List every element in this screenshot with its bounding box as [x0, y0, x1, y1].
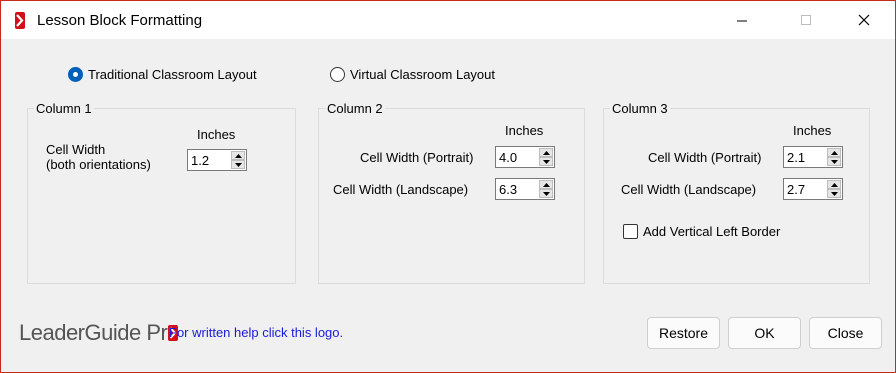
spin-down-button[interactable] — [827, 157, 841, 166]
spin-up-button[interactable] — [827, 180, 841, 189]
column2-portrait-label: Cell Width (Portrait) — [360, 150, 474, 165]
triangle-down-icon — [543, 192, 550, 196]
column3-landscape-input[interactable] — [784, 179, 826, 199]
triangle-down-icon — [831, 192, 838, 196]
column3-portrait-input[interactable] — [784, 147, 826, 167]
column1-orientation-label: (both orientations) — [46, 157, 151, 172]
column2-landscape-spinner — [495, 178, 555, 200]
app-icon — [15, 12, 25, 29]
column3-landscape-spinner — [783, 178, 843, 200]
triangle-up-icon — [543, 151, 550, 155]
traditional-layout-radio[interactable]: Traditional Classroom Layout — [68, 65, 257, 83]
column1-group: Column 1 Inches Cell Width (both orienta… — [27, 101, 296, 284]
virtual-layout-radio[interactable]: Virtual Classroom Layout — [330, 65, 495, 83]
vertical-left-border-checkbox[interactable]: Add Vertical Left Border — [623, 224, 780, 239]
window-title: Lesson Block Formatting — [37, 12, 203, 29]
column3-portrait-spinner — [783, 146, 843, 168]
column2-group: Column 2 Inches Cell Width (Portrait) Ce… — [318, 101, 585, 284]
checkbox-unchecked-icon — [623, 224, 638, 239]
column3-portrait-label: Cell Width (Portrait) — [648, 150, 762, 165]
maximize-icon — [801, 15, 811, 25]
close-icon — [858, 14, 870, 26]
column2-portrait-input[interactable] — [496, 147, 538, 167]
help-link[interactable]: For written help click this logo. — [169, 325, 343, 340]
spin-down-button[interactable] — [539, 189, 553, 198]
column2-landscape-input[interactable] — [496, 179, 538, 199]
title-bar: Lesson Block Formatting — [1, 1, 895, 39]
column3-landscape-label: Cell Width (Landscape) — [621, 182, 757, 197]
column3-title: Column 3 — [610, 101, 670, 116]
maximize-button[interactable] — [783, 1, 829, 39]
triangle-down-icon — [543, 160, 550, 164]
column3-group: Column 3 Inches Cell Width (Portrait) Ce… — [603, 101, 870, 284]
triangle-up-icon — [831, 183, 838, 187]
column2-title: Column 2 — [325, 101, 385, 116]
spin-up-button[interactable] — [827, 148, 841, 157]
radio-selected-icon — [68, 66, 83, 82]
virtual-layout-label: Virtual Classroom Layout — [350, 66, 495, 82]
dialog-window: Lesson Block Formatting Traditional Clas… — [0, 0, 896, 373]
spin-up-button[interactable] — [231, 151, 245, 160]
spin-down-button[interactable] — [231, 160, 245, 169]
column2-landscape-label: Cell Width (Landscape) — [333, 182, 469, 197]
minimize-button[interactable] — [719, 1, 765, 39]
triangle-up-icon — [831, 151, 838, 155]
column1-title: Column 1 — [34, 101, 94, 116]
restore-button[interactable]: Restore — [647, 317, 720, 349]
column3-units-label: Inches — [793, 123, 832, 138]
vertical-left-border-label: Add Vertical Left Border — [643, 224, 781, 239]
spin-up-button[interactable] — [539, 180, 553, 189]
traditional-layout-label: Traditional Classroom Layout — [88, 66, 257, 82]
column2-units-label: Inches — [505, 123, 544, 138]
column1-cell-width-spinner — [187, 149, 247, 171]
column1-units-label: Inches — [197, 127, 236, 142]
triangle-down-icon — [235, 163, 242, 167]
column2-portrait-spinner — [495, 146, 555, 168]
spin-up-button[interactable] — [539, 148, 553, 157]
spin-down-button[interactable] — [827, 189, 841, 198]
ok-button[interactable]: OK — [728, 317, 801, 349]
logo-text: LeaderGuide Pr — [19, 320, 168, 345]
triangle-up-icon — [543, 183, 550, 187]
close-window-button[interactable] — [841, 1, 887, 39]
column1-cell-width-label: Cell Width — [46, 142, 106, 157]
triangle-up-icon — [235, 154, 242, 158]
column1-cell-width-input[interactable] — [188, 150, 230, 170]
radio-unselected-icon — [330, 66, 345, 82]
triangle-down-icon — [831, 160, 838, 164]
close-button[interactable]: Close — [809, 317, 882, 349]
spin-down-button[interactable] — [539, 157, 553, 166]
leaderguide-logo[interactable]: LeaderGuide Pr — [19, 319, 179, 347]
minimize-icon — [737, 20, 747, 22]
